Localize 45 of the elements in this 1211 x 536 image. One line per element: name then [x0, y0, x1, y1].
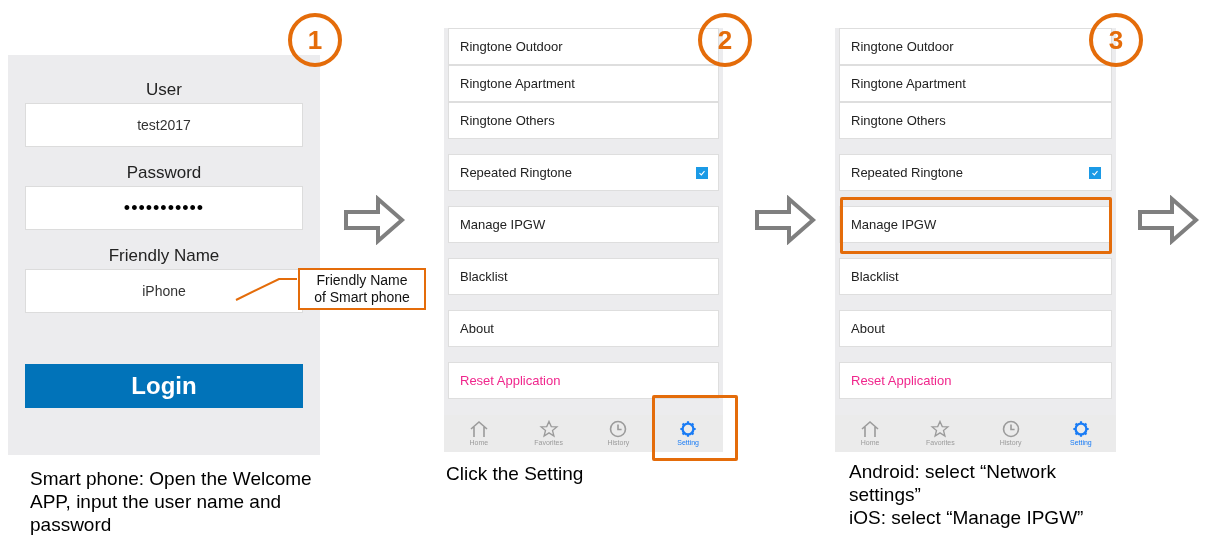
settings-item[interactable]: Ringtone Outdoor [851, 39, 954, 54]
clock-icon [1000, 420, 1021, 438]
settings-item[interactable]: Manage IPGW [460, 217, 546, 232]
settings-item[interactable]: Ringtone Others [460, 113, 555, 128]
login-button[interactable]: Login [25, 364, 303, 408]
settings-item[interactable]: Repeated Ringtone [851, 165, 964, 180]
input-field[interactable]: iPhone [25, 269, 303, 313]
input-field[interactable]: test2017 [25, 103, 303, 147]
home-icon [860, 420, 881, 438]
step-number: 1 [288, 13, 342, 67]
step-caption: Smart phone: Open the Welcome APP, input the user name and password [30, 467, 313, 536]
settings-item[interactable]: About [851, 321, 885, 336]
step-number: 3 [1089, 13, 1143, 67]
home-icon [468, 420, 489, 438]
step-caption: iOS: select “Manage IPGW” [849, 506, 1085, 529]
step-caption: Click the Setting [446, 462, 585, 485]
field-label: Friendly Name [108, 245, 220, 267]
reset-link[interactable]: Reset Application [851, 373, 952, 388]
arrow-icon [344, 195, 406, 245]
step-number: 2 [698, 13, 752, 67]
settings-item[interactable]: Ringtone Outdoor [460, 39, 563, 54]
reset-link[interactable]: Reset Application [460, 373, 561, 388]
settings-icon [1070, 420, 1091, 438]
step-caption: Android: select “Network settings” [849, 460, 1057, 506]
clock-icon [608, 420, 629, 438]
settings-item[interactable]: Manage IPGW [851, 217, 937, 232]
arrow-icon [1138, 195, 1200, 245]
field-label: Password [126, 162, 202, 184]
arrow-icon [755, 195, 817, 245]
settings-item[interactable]: Ringtone Others [851, 113, 946, 128]
settings-item[interactable]: Repeated Ringtone [460, 165, 573, 180]
settings-item[interactable]: Blacklist [460, 269, 508, 284]
callout-note: Friendly Name of Smart phone [298, 268, 426, 310]
field-label: User [146, 79, 182, 101]
star-icon [538, 420, 559, 438]
settings-item[interactable]: Ringtone Apartment [851, 76, 966, 91]
settings-item[interactable]: Ringtone Apartment [460, 76, 575, 91]
leader-line [235, 278, 299, 302]
settings-item[interactable]: About [460, 321, 494, 336]
settings-icon [678, 420, 699, 438]
checkbox[interactable] [696, 166, 708, 179]
password-field[interactable]: ••••••••••• [25, 186, 303, 230]
star-icon [930, 420, 951, 438]
settings-item[interactable]: Blacklist [851, 269, 899, 284]
checkbox[interactable] [1089, 166, 1101, 179]
